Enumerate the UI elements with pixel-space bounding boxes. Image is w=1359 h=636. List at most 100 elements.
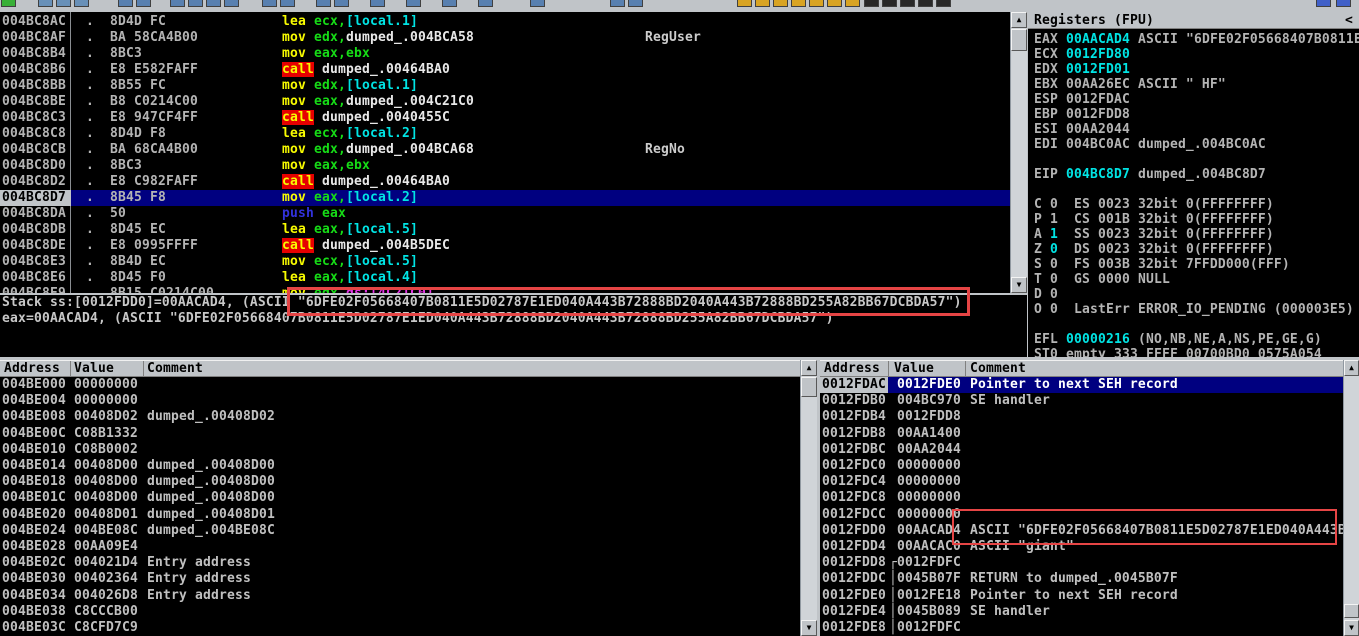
scroll-up-button[interactable]: ▲ xyxy=(1344,360,1359,376)
disasm-row[interactable]: 004BC8AF . BA 58CA4B00 mov edx,dumped_.004… xyxy=(0,30,1010,46)
scroll-thumb[interactable] xyxy=(1011,29,1027,51)
column-separator[interactable] xyxy=(965,361,966,376)
stack-row[interactable]: 0012FDE4 │ 0045B089 SE handler xyxy=(820,604,1343,620)
disasm-row[interactable]: 004BC8B6 . E8 E582FAFF call dumped_.00464B… xyxy=(0,62,1010,78)
dump-row[interactable]: 004BE020 00408D01 dumped_.00408D01 xyxy=(0,507,800,523)
toolbar-icon[interactable] xyxy=(170,0,185,7)
toolbar-icon[interactable] xyxy=(882,0,897,7)
register-line[interactable] xyxy=(1034,182,1359,197)
scroll-down-button[interactable]: ▼ xyxy=(1011,277,1027,293)
dump-row[interactable]: 004BE018 00408D00 dumped_.00408D00 xyxy=(0,474,800,490)
toolbar-icon[interactable] xyxy=(316,0,331,7)
dump-row[interactable]: 004BE03C C8CFD7C9 xyxy=(0,620,800,636)
toolbar-icon[interactable] xyxy=(224,0,239,7)
register-line[interactable]: EFL 00000216 (NO,NB,NE,A,NS,PE,GE,G) xyxy=(1034,332,1359,347)
disasm-scrollbar[interactable]: ▲ ▼ xyxy=(1010,12,1027,293)
register-line[interactable]: O 0 LastErr ERROR_IO_PENDING (000003E5) xyxy=(1034,302,1359,317)
dump-row[interactable]: 004BE000 00000000 xyxy=(0,377,800,393)
stack-row[interactable]: 0012FDB4 0012FDD8 xyxy=(820,409,1343,425)
toolbar-icon[interactable] xyxy=(370,0,385,7)
scroll-down-button[interactable]: ▼ xyxy=(1344,620,1359,636)
register-line[interactable]: EAX 00AACAD4 ASCII "6DFE02F05668407B0811… xyxy=(1034,32,1359,47)
register-line[interactable]: EIP 004BC8D7 dumped_.004BC8D7 xyxy=(1034,167,1359,182)
dump-row[interactable]: 004BE004 00000000 xyxy=(0,393,800,409)
disasm-row[interactable]: 004BC8D0 . 8BC3 mov eax,ebx xyxy=(0,158,1010,174)
toolbar-icon[interactable] xyxy=(773,0,788,7)
stack-row[interactable]: 0012FDE8 │ 0012FDFC xyxy=(820,620,1343,636)
stack-row[interactable]: 0012FDC0 00000000 xyxy=(820,458,1343,474)
toolbar-icon[interactable] xyxy=(737,0,752,7)
disasm-row[interactable]: 004BC8AC . 8D4D FC lea ecx,[local.1] xyxy=(0,14,1010,30)
toolbar-icon[interactable] xyxy=(262,0,277,7)
stack-row[interactable]: 0012FDCC 00000000 xyxy=(820,507,1343,523)
dump-row[interactable]: 004BE01C 00408D00 dumped_.00408D00 xyxy=(0,490,800,506)
scroll-down-button[interactable]: ▼ xyxy=(801,620,817,636)
register-line[interactable]: P 1 CS 001B 32bit 0(FFFFFFFF) xyxy=(1034,212,1359,227)
disasm-row[interactable]: 004BC8BE . B8 C0214C00 mov eax,dumped_.004… xyxy=(0,94,1010,110)
toolbar-icon[interactable] xyxy=(1316,0,1331,7)
register-line[interactable]: D 0 xyxy=(1034,287,1359,302)
register-line[interactable]: ESP 0012FDAC xyxy=(1034,92,1359,107)
scroll-up-button[interactable]: ▲ xyxy=(1011,12,1027,28)
dump-row[interactable]: 004BE00C C08B1332 xyxy=(0,426,800,442)
stack-row[interactable]: 0012FDB8 00AA1400 xyxy=(820,426,1343,442)
toolbar-icon[interactable] xyxy=(936,0,951,7)
register-line[interactable]: A 1 SS 0023 32bit 0(FFFFFFFF) xyxy=(1034,227,1359,242)
toolbar-icon[interactable] xyxy=(334,0,349,7)
toolbar-icon[interactable] xyxy=(442,0,457,7)
dump-row[interactable]: 004BE038 C8CCCB00 xyxy=(0,604,800,620)
dump-row[interactable]: 004BE008 00408D02 dumped_.00408D02 xyxy=(0,409,800,425)
disasm-row[interactable]: 004BC8D7 . 8B45 F8 mov eax,[local.2] xyxy=(0,190,1010,206)
collapse-button[interactable]: < xyxy=(1345,12,1353,29)
register-line[interactable]: EDX 0012FD01 xyxy=(1034,62,1359,77)
dump-row[interactable]: 004BE02C 004021D4 Entry address xyxy=(0,555,800,571)
disasm-row[interactable]: 004BC8C3 . E8 947CF4FF call dumped_.004045… xyxy=(0,110,1010,126)
toolbar-icon[interactable] xyxy=(1336,0,1351,7)
disasm-row[interactable]: 004BC8E3 . 8B4D EC mov ecx,[local.5] xyxy=(0,254,1010,270)
toolbar-icon[interactable] xyxy=(918,0,933,7)
disasm-row[interactable]: 004BC8E6 . 8D45 F0 lea eax,[local.4] xyxy=(0,270,1010,286)
column-separator[interactable] xyxy=(143,361,144,376)
stack-row[interactable]: 0012FDD4 00AACAC0 ASCII "giant" xyxy=(820,539,1343,555)
dump-row[interactable]: 004BE014 00408D00 dumped_.00408D00 xyxy=(0,458,800,474)
toolbar-icon[interactable] xyxy=(56,0,71,7)
register-line[interactable] xyxy=(1034,152,1359,167)
column-separator[interactable] xyxy=(888,361,889,376)
toolbar-icon[interactable] xyxy=(118,0,133,7)
disasm-row[interactable]: 004BC8D2 . E8 C982FAFF call dumped_.00464B… xyxy=(0,174,1010,190)
register-line[interactable]: ST0 empty 333 FFFF 00700BD0 0575A054 xyxy=(1034,347,1359,357)
disasm-row[interactable]: 004BC8DE . E8 0995FFFF call dumped_.004B5D… xyxy=(0,238,1010,254)
dump-scrollbar[interactable]: ▲ ▼ xyxy=(800,360,817,636)
register-line[interactable]: Z 0 DS 0023 32bit 0(FFFFFFFF) xyxy=(1034,242,1359,257)
disasm-row[interactable]: 004BC8BB . 8B55 FC mov edx,[local.1] xyxy=(0,78,1010,94)
scroll-thumb[interactable] xyxy=(801,377,817,397)
stack-row[interactable]: 0012FDAC 0012FDE0 Pointer to next SEH reco… xyxy=(820,377,1343,394)
disasm-row[interactable]: 004BC8C8 . 8D4D F8 lea ecx,[local.2] xyxy=(0,126,1010,142)
stack-row[interactable]: 0012FDDC │ 0045B07F RETURN to dumped_.0045B… xyxy=(820,571,1343,587)
toolbar-icon[interactable] xyxy=(1,0,16,7)
toolbar-icon[interactable] xyxy=(206,0,221,7)
toolbar-icon[interactable] xyxy=(864,0,879,7)
info-line[interactable]: eax=00AACAD4, (ASCII "6DFE02F05668407B08… xyxy=(0,311,1027,327)
register-line[interactable]: S 0 FS 003B 32bit 7FFDD000(FFF) xyxy=(1034,257,1359,272)
stack-row[interactable]: 0012FDE0 │ 0012FE18 Pointer to next SEH rec… xyxy=(820,588,1343,604)
dump-row[interactable]: 004BE010 C08B0002 xyxy=(0,442,800,458)
disasm-row[interactable]: 004BC8CB . BA 68CA4B00 mov edx,dumped_.004… xyxy=(0,142,1010,158)
toolbar-icon[interactable] xyxy=(809,0,824,7)
toolbar-icon[interactable] xyxy=(900,0,915,7)
stack-row[interactable]: 0012FDBC 00AA2044 xyxy=(820,442,1343,458)
register-line[interactable]: EDI 004BC0AC dumped_.004BC0AC xyxy=(1034,137,1359,152)
stack-scrollbar[interactable]: ▲ ▼ xyxy=(1343,360,1359,636)
info-line[interactable]: Stack ss:[0012FDD0]=00AACAD4, (ASCII "6D… xyxy=(0,295,1027,311)
scroll-up-button[interactable]: ▲ xyxy=(801,360,817,376)
toolbar-icon[interactable] xyxy=(530,0,545,7)
stack-row[interactable]: 0012FDC4 00000000 xyxy=(820,474,1343,490)
toolbar-icon[interactable] xyxy=(406,0,421,7)
disasm-row[interactable]: 004BC8DB . 8D45 EC lea eax,[local.5] xyxy=(0,222,1010,238)
toolbar-icon[interactable] xyxy=(845,0,860,7)
register-line[interactable]: EBP 0012FDD8 xyxy=(1034,107,1359,122)
register-line[interactable]: T 0 GS 0000 NULL xyxy=(1034,272,1359,287)
toolbar-icon[interactable] xyxy=(478,0,493,7)
toolbar-icon[interactable] xyxy=(827,0,842,7)
toolbar-icon[interactable] xyxy=(610,0,625,7)
